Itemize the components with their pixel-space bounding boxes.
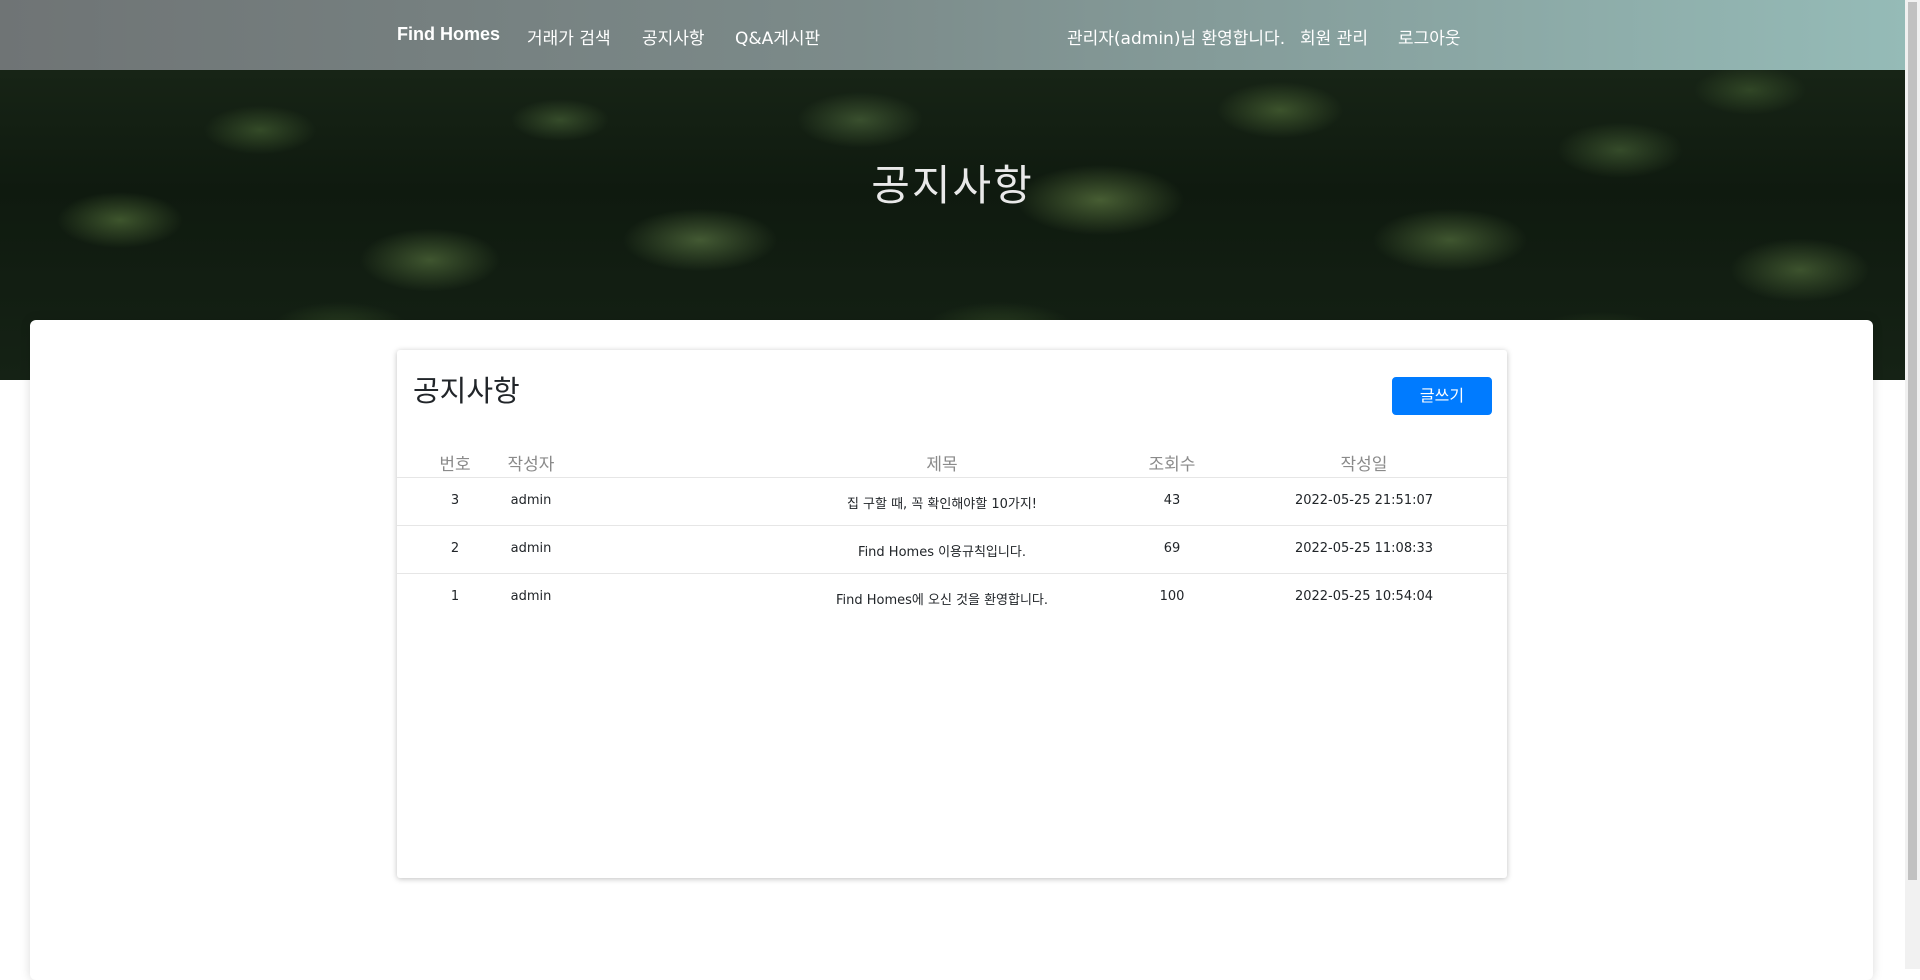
vertical-scrollbar[interactable] <box>1905 0 1920 969</box>
board-heading: 공지사항 <box>413 374 520 408</box>
row-title-link[interactable]: Find Homes 이용규칙입니다. <box>742 541 1142 560</box>
row-title-link[interactable]: 집 구할 때, 꼭 확인해야할 10가지! <box>742 493 1142 512</box>
hero-title: 공지사항 <box>871 161 1034 210</box>
column-header-title: 제목 <box>926 455 958 475</box>
column-header-date: 작성일 <box>1340 455 1388 475</box>
notice-table: 번호 작성자 제목 조회수 작성일 3 admin 집 구할 때, 꼭 확인해야… <box>397 448 1507 622</box>
table-header: 번호 작성자 제목 조회수 작성일 <box>397 448 1507 478</box>
brand-logo[interactable]: Find Homes <box>397 24 500 45</box>
write-button[interactable]: 글쓰기 <box>1392 377 1492 415</box>
column-header-views: 조회수 <box>1148 455 1196 475</box>
column-header-writer: 작성자 <box>507 455 555 475</box>
nav-member-manage[interactable]: 회원 관리 <box>1300 24 1368 49</box>
row-date: 2022-05-25 10:54:04 <box>1294 589 1434 604</box>
table-row[interactable]: 3 admin 집 구할 때, 꼭 확인해야할 10가지! 43 2022-05… <box>397 478 1507 526</box>
welcome-text: 관리자(admin)님 환영합니다. <box>1067 29 1286 49</box>
nav-logout[interactable]: 로그아웃 <box>1398 24 1461 49</box>
row-writer: admin <box>510 493 552 508</box>
table-row[interactable]: 1 admin Find Homes에 오신 것을 환영합니다. 100 202… <box>397 574 1507 622</box>
scrollbar-thumb[interactable] <box>1908 2 1917 880</box>
row-writer: admin <box>510 541 552 556</box>
row-writer: admin <box>510 589 552 604</box>
nav-qna[interactable]: Q&A게시판 <box>735 24 820 49</box>
notice-board: 공지사항 글쓰기 번호 작성자 제목 조회수 작성일 3 admin 집 구할 … <box>397 350 1507 878</box>
row-date: 2022-05-25 11:08:33 <box>1294 541 1434 556</box>
navbar: Find Homes 거래가 검색 공지사항 Q&A게시판 관리자(admin)… <box>0 0 1905 70</box>
row-views: 69 <box>1163 541 1181 556</box>
nav-price-search[interactable]: 거래가 검색 <box>527 24 611 49</box>
row-title-link[interactable]: Find Homes에 오신 것을 환영합니다. <box>742 589 1142 608</box>
nav-notice[interactable]: 공지사항 <box>642 24 705 49</box>
row-date: 2022-05-25 21:51:07 <box>1294 493 1434 508</box>
row-views: 100 <box>1159 589 1185 604</box>
table-row[interactable]: 2 admin Find Homes 이용규칙입니다. 69 2022-05-2… <box>397 526 1507 574</box>
row-views: 43 <box>1163 493 1181 508</box>
